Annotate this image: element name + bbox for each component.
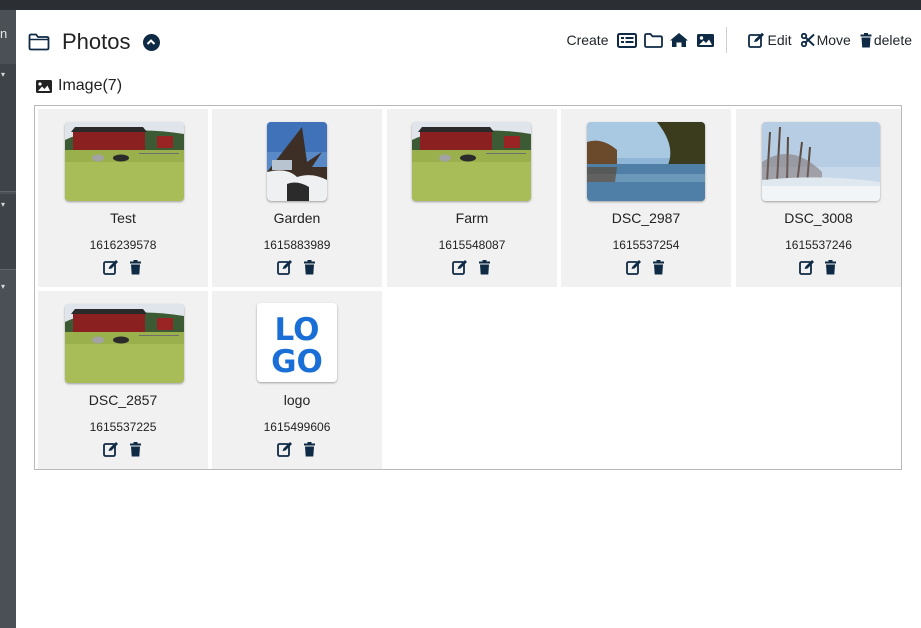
winter-trees-thumbnail xyxy=(762,122,880,201)
image-thumbnail[interactable] xyxy=(587,122,705,201)
delete-button[interactable]: delete xyxy=(860,32,912,48)
card-actions xyxy=(561,259,731,275)
toolbar: Create Edit Move delete xyxy=(566,27,912,53)
image-card[interactable]: Garden 1615883989 xyxy=(212,109,382,287)
logo-thumbnail: LO GO xyxy=(257,303,337,382)
trash-icon[interactable] xyxy=(301,259,317,275)
image-name: DSC_2987 xyxy=(611,210,681,226)
card-actions xyxy=(212,259,382,275)
toolbar-divider xyxy=(726,27,728,53)
main-content: Photos Create Edit Move delete Image(7) … xyxy=(16,10,921,628)
trash-icon[interactable] xyxy=(127,259,143,275)
farm-scene-thumbnail xyxy=(65,122,184,201)
image-name: Garden xyxy=(273,210,321,226)
edit-label: Edit xyxy=(767,32,792,48)
image-timestamp: 1615537246 xyxy=(785,238,852,252)
image-icon[interactable] xyxy=(695,32,715,48)
image-name: logo xyxy=(283,392,311,408)
trash-icon[interactable] xyxy=(823,259,839,275)
trash-icon[interactable] xyxy=(650,259,666,275)
sidebar-section[interactable]: ▾ xyxy=(0,194,16,270)
image-timestamp: 1615499606 xyxy=(263,420,331,434)
edit-icon[interactable] xyxy=(103,441,119,457)
move-label: Move xyxy=(816,32,851,48)
image-thumbnail[interactable]: LO GO xyxy=(257,303,337,382)
farm-scene-thumbnail xyxy=(412,122,531,201)
card-actions xyxy=(212,441,382,457)
image-thumbnail[interactable] xyxy=(412,122,531,201)
image-name: Farm xyxy=(455,210,489,226)
folder-icon[interactable] xyxy=(643,32,663,48)
chevron-down-icon[interactable]: ▾ xyxy=(1,282,5,291)
page-header: Photos xyxy=(28,28,160,56)
chevron-down-icon[interactable]: ▾ xyxy=(1,200,5,209)
sidebar-text-fragment[interactable]: n xyxy=(0,27,7,41)
image-timestamp: 1615883989 xyxy=(263,238,331,252)
move-button[interactable]: Move xyxy=(800,32,851,48)
collapse-up-icon[interactable] xyxy=(142,33,160,51)
chevron-down-icon[interactable]: ▾ xyxy=(1,70,5,79)
scissors-icon xyxy=(800,33,815,47)
image-name: Test xyxy=(110,210,136,226)
lake-sunset-thumbnail xyxy=(587,122,705,201)
edit-icon[interactable] xyxy=(798,259,815,275)
section-label: Image(7) xyxy=(58,77,123,94)
image-thumbnail[interactable] xyxy=(267,122,327,201)
edit-icon[interactable] xyxy=(103,259,119,275)
image-card[interactable]: DSC_3008 1615537246 xyxy=(736,109,901,287)
image-card[interactable]: DSC_2987 1615537254 xyxy=(561,109,731,287)
image-thumbnail[interactable] xyxy=(65,122,184,201)
trash-icon[interactable] xyxy=(301,441,317,457)
delete-label: delete xyxy=(873,32,912,48)
image-name: DSC_2857 xyxy=(88,392,158,408)
image-thumbnail[interactable] xyxy=(65,304,184,383)
image-timestamp: 1615537225 xyxy=(89,420,157,434)
edit-icon[interactable] xyxy=(277,259,293,275)
edit-icon xyxy=(748,32,765,48)
image-grid: Test 1616239578 Garden 1615883989 Farm 1… xyxy=(34,105,902,470)
logo-text-line1: LO xyxy=(274,312,319,348)
image-card[interactable]: Test 1616239578 xyxy=(38,109,208,287)
card-actions xyxy=(736,259,901,275)
edit-button[interactable]: Edit xyxy=(748,32,792,48)
image-name: DSC_3008 xyxy=(784,210,853,226)
garden-snow-thumbnail xyxy=(267,122,327,201)
image-timestamp: 1615548087 xyxy=(438,238,506,252)
card-actions xyxy=(38,259,208,275)
logo-text-line2: GO xyxy=(271,344,323,380)
folder-icon xyxy=(28,33,50,51)
table-list-icon[interactable] xyxy=(617,32,638,48)
edit-icon[interactable] xyxy=(626,259,642,275)
window-top-bar xyxy=(0,0,921,10)
image-card[interactable]: DSC_2857 1615537225 xyxy=(38,291,208,469)
image-card[interactable]: LO GO logo 1615499606 xyxy=(212,291,382,469)
image-card[interactable]: Farm 1615548087 xyxy=(387,109,557,287)
trash-icon[interactable] xyxy=(127,441,143,457)
farm-scene-thumbnail xyxy=(65,304,184,383)
image-timestamp: 1616239578 xyxy=(89,238,157,252)
image-thumbnail[interactable] xyxy=(762,122,880,201)
edit-icon[interactable] xyxy=(277,441,293,457)
trash-icon xyxy=(860,32,872,47)
sidebar: n ▾ ▾ ▾ xyxy=(0,10,16,628)
edit-icon[interactable] xyxy=(452,259,468,275)
page-title: Photos xyxy=(62,29,131,54)
create-label[interactable]: Create xyxy=(566,32,608,48)
images-icon xyxy=(36,79,52,93)
home-icon[interactable] xyxy=(669,32,689,48)
sidebar-section[interactable]: ▾ xyxy=(0,64,16,192)
image-timestamp: 1615537254 xyxy=(612,238,680,252)
section-heading: Image(7) xyxy=(35,77,122,95)
trash-icon[interactable] xyxy=(476,259,492,275)
card-actions xyxy=(387,259,557,275)
card-actions xyxy=(38,441,208,457)
